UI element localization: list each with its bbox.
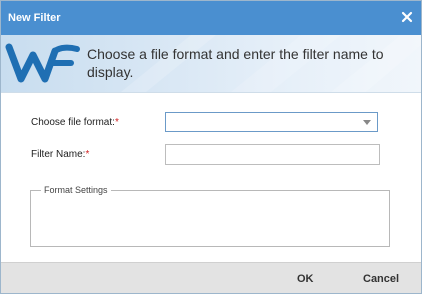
format-settings-legend: Format Settings [41, 184, 111, 196]
filter-name-label-text: Filter Name: [31, 149, 86, 160]
dialog-titlebar: New Filter [1, 1, 421, 35]
ok-button[interactable]: OK [297, 272, 314, 286]
chevron-down-icon[interactable] [363, 120, 371, 125]
dialog-title: New Filter [8, 12, 61, 24]
required-marker: * [85, 149, 90, 160]
required-marker: * [114, 117, 119, 128]
close-icon[interactable] [400, 10, 414, 24]
banner-message: Choose a file format and enter the filte… [87, 46, 384, 80]
file-format-label-text: Choose file format: [31, 117, 115, 128]
wf-logo-icon [5, 41, 81, 85]
new-filter-dialog: New Filter Choose a file format and ente… [0, 0, 422, 294]
file-format-label: Choose file format:* [31, 117, 119, 129]
dialog-footer: OK Cancel [1, 262, 421, 293]
format-settings-group: Format Settings [30, 184, 390, 247]
cancel-button[interactable]: Cancel [363, 272, 399, 286]
file-format-select[interactable] [165, 112, 378, 132]
filter-name-label: Filter Name:* [31, 149, 89, 161]
info-banner: Choose a file format and enter the filte… [1, 35, 421, 93]
filter-name-input[interactable] [165, 144, 380, 165]
